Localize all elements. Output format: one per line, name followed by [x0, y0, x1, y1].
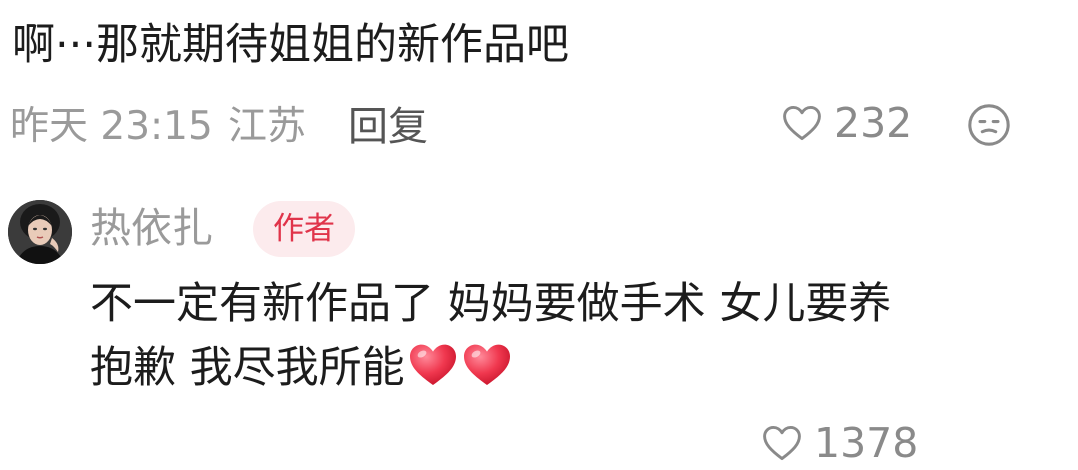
reply-like-count: 1378 — [814, 419, 919, 467]
comment-date: 昨天 23:15 — [10, 104, 213, 149]
comment-text: 啊···那就期待姐姐的新作品吧 — [12, 20, 570, 70]
comment-location: 江苏 — [228, 104, 307, 149]
dislike-button[interactable] — [966, 102, 1012, 148]
avatar-portrait-image — [8, 200, 72, 264]
reply-text-line1: 不一定有新作品了 妈妈要做手术 女儿要养 — [90, 279, 892, 329]
author-badge: 作者 — [253, 201, 355, 257]
reply-like-button[interactable]: 1378 — [760, 416, 918, 470]
reply-text: 不一定有新作品了 妈妈要做手术 女儿要养 抱歉 我尽我所能 — [90, 272, 1050, 400]
avatar[interactable] — [8, 200, 72, 264]
like-button[interactable]: 232 — [780, 96, 912, 150]
reply-text-line2: 抱歉 我尽我所能 — [90, 343, 405, 393]
frown-face-icon — [968, 104, 1010, 146]
heart-outline-icon — [763, 425, 801, 461]
reply-button[interactable]: 回复 — [348, 100, 428, 154]
red-heart-emoji — [407, 340, 459, 388]
red-heart-emoji — [461, 340, 513, 388]
heart-outline-icon — [783, 105, 821, 141]
author-username[interactable]: 热依扎 — [90, 200, 213, 256]
like-count: 232 — [834, 99, 913, 147]
